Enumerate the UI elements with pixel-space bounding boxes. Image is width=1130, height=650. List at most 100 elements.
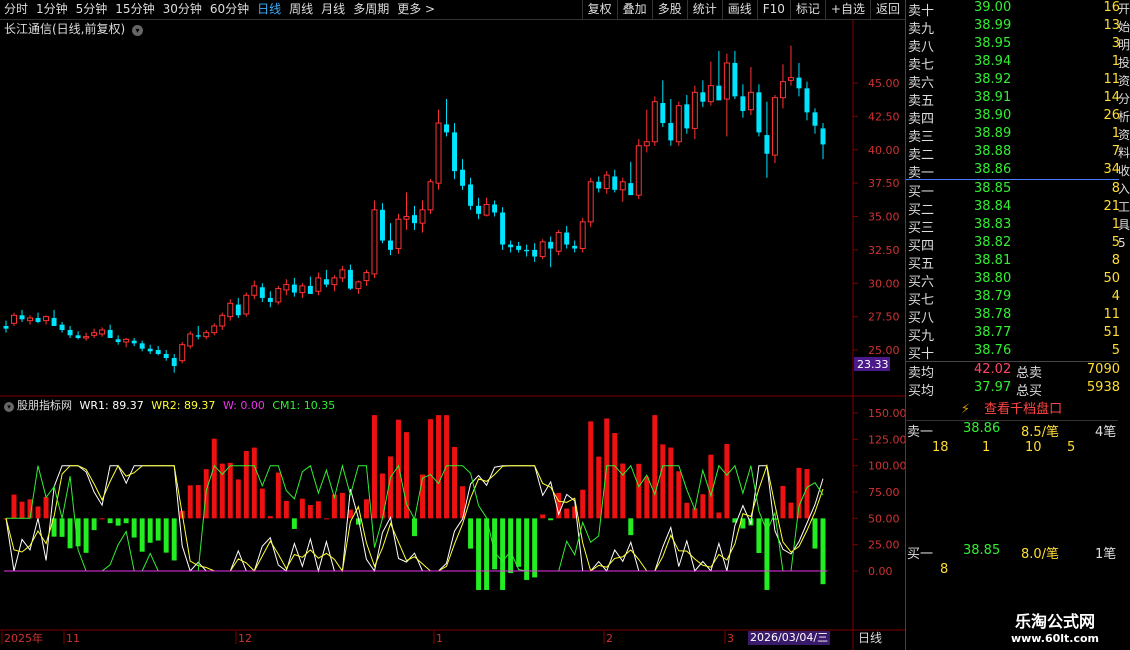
- candle-body: [539, 241, 546, 258]
- tab-15min[interactable]: 15分钟: [111, 0, 158, 19]
- candle-body: [516, 245, 522, 250]
- multi-stock-button[interactable]: 多股: [651, 0, 687, 19]
- ask-row[interactable]: 卖四 38.90 26: [906, 108, 1126, 127]
- candle-body: [363, 272, 370, 282]
- bid-row[interactable]: 买四 38.82 5: [906, 235, 1126, 254]
- bid-row[interactable]: 买六 38.80 50: [906, 271, 1126, 290]
- ask-row[interactable]: 卖八 38.95 3: [906, 36, 1126, 55]
- ask-price: 38.99: [974, 18, 1012, 33]
- indicator-bar: [59, 518, 65, 537]
- tab-daily[interactable]: 日线: [253, 0, 285, 19]
- bid-price: 38.82: [974, 235, 1012, 250]
- stats-button[interactable]: 统计: [686, 0, 722, 19]
- queue-order: 5: [1067, 440, 1076, 455]
- ask-row[interactable]: 卖三 38.89 1: [906, 126, 1126, 145]
- candle-body: [235, 304, 241, 316]
- candle-body: [452, 132, 458, 172]
- view-depth-button[interactable]: ⚡ 查看千档盘口: [905, 400, 1118, 421]
- back-button[interactable]: 返回: [869, 0, 905, 19]
- candle-body: [35, 317, 41, 322]
- ask-row[interactable]: 卖七 38.94 1: [906, 54, 1126, 73]
- bid-summary-value: 37.97: [974, 380, 1012, 395]
- bid-row[interactable]: 买八 38.78 11: [906, 307, 1126, 326]
- candle-body: [3, 325, 9, 329]
- indicator-bar: [123, 518, 129, 524]
- ask-price: 38.90: [974, 108, 1012, 123]
- overlay-button[interactable]: 叠加: [616, 0, 652, 19]
- restore-rights-button[interactable]: 复权: [581, 0, 617, 19]
- wr1-value: WR1: 89.37: [79, 399, 144, 412]
- time-tick: 2: [603, 631, 613, 645]
- ask-label: 卖六: [908, 76, 935, 91]
- ask-summary-total-label: 总卖: [1016, 366, 1043, 381]
- indicator-bar: [700, 494, 706, 519]
- tab-60min[interactable]: 60分钟: [206, 0, 253, 19]
- tab-more[interactable]: 更多 >: [393, 0, 439, 19]
- bid-row[interactable]: 买三 38.83 1: [906, 217, 1126, 236]
- mark-button[interactable]: 标记: [789, 0, 825, 19]
- ask-row[interactable]: 卖五 38.91 14: [906, 90, 1126, 109]
- kline-chart[interactable]: 45.0042.5040.0037.5035.0032.5030.0027.50…: [0, 0, 905, 650]
- ask-price: 38.86: [974, 162, 1012, 177]
- tab-weekly[interactable]: 周线: [285, 0, 317, 19]
- indicator-bar: [99, 518, 105, 520]
- ask-row[interactable]: 卖六 38.92 11: [906, 72, 1126, 91]
- candle-body: [668, 123, 674, 141]
- tab-5min[interactable]: 5分钟: [72, 0, 112, 19]
- stock-title: 长江通信(日线,前复权) ▾: [4, 20, 144, 37]
- ask-summary-label: 卖均: [908, 366, 935, 381]
- indicator-bar: [756, 518, 762, 554]
- f10-button[interactable]: F10: [756, 0, 790, 19]
- bid-price: 38.85: [974, 181, 1012, 196]
- ask-row[interactable]: 卖九 38.99 13: [906, 18, 1126, 37]
- indicator-bar: [243, 451, 249, 519]
- current-date: 2026/03/04/三: [748, 631, 831, 645]
- bid-label: 买一: [908, 185, 935, 200]
- tab-minute[interactable]: 分时: [0, 0, 32, 19]
- tab-monthly[interactable]: 月线: [317, 0, 349, 19]
- ask-row[interactable]: 卖十 39.00 16: [906, 0, 1126, 19]
- candle-body: [299, 285, 306, 294]
- indicator-bar: [676, 471, 682, 519]
- ask1-queue-label: 卖一: [907, 425, 934, 440]
- bid-row[interactable]: 买一 38.85 8: [906, 181, 1126, 200]
- time-tick-label: 2: [606, 632, 613, 645]
- add-watchlist-button[interactable]: +自选: [824, 0, 870, 19]
- candle-body: [163, 354, 169, 359]
- bid1-queue-avg: 8.0/笔: [1021, 547, 1060, 562]
- candle-body: [139, 343, 145, 349]
- bid-row[interactable]: 买七 38.79 4: [906, 289, 1126, 308]
- indicator-bar: [580, 489, 586, 519]
- price-tick-label: 42.50: [868, 110, 900, 123]
- watermark-url: www.60lt.com: [1010, 632, 1100, 645]
- candle-body: [371, 209, 378, 275]
- candle-body: [635, 145, 642, 196]
- bid-row[interactable]: 买九 38.77 51: [906, 325, 1126, 344]
- chevron-down-icon[interactable]: ▾: [4, 402, 14, 412]
- bid-row[interactable]: 买二 38.84 21: [906, 199, 1126, 218]
- draw-line-button[interactable]: 画线: [721, 0, 757, 19]
- candle: [275, 285, 282, 305]
- indicator-bar: [171, 518, 177, 561]
- bid-row[interactable]: 买十 38.76 5: [906, 343, 1126, 362]
- indicator-bar: [251, 447, 257, 519]
- candle: [427, 179, 434, 214]
- price-tick-label: 25.00: [868, 344, 900, 357]
- chevron-down-icon[interactable]: ▾: [132, 25, 144, 36]
- tab-multi-period[interactable]: 多周期: [349, 0, 393, 19]
- bid-label: 买五: [908, 257, 935, 272]
- time-tick-label: 3: [727, 632, 734, 645]
- candle-body: [91, 332, 98, 336]
- ask-row[interactable]: 卖一 38.86 34: [906, 162, 1126, 181]
- candle-body: [524, 249, 530, 252]
- candle-body: [619, 181, 626, 191]
- tab-30min[interactable]: 30分钟: [159, 0, 206, 19]
- bid-label: 买三: [908, 221, 935, 236]
- candle-body: [403, 216, 410, 220]
- ask-row[interactable]: 卖二 38.88 7: [906, 144, 1126, 163]
- candle-body: [444, 124, 450, 133]
- indicator-name[interactable]: 股朋指标网: [17, 399, 72, 412]
- tab-1min[interactable]: 1分钟: [32, 0, 72, 19]
- candle-body: [315, 277, 322, 292]
- bid-row[interactable]: 买五 38.81 8: [906, 253, 1126, 272]
